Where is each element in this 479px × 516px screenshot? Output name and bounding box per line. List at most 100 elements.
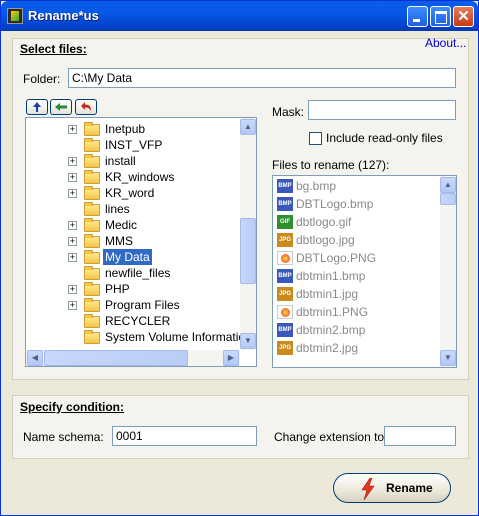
tree-item[interactable]: RECYCLER [26,313,240,329]
file-item-label: DBTLogo.bmp [296,197,374,211]
tree-item[interactable]: lines [26,201,240,217]
file-item-label: dbtmin1.PNG [296,305,369,319]
about-link[interactable]: About... [425,36,466,50]
tree-item[interactable]: + Program Files [26,297,240,313]
folder-icon [84,234,100,248]
folder-icon [84,122,100,136]
tree-item[interactable]: newfile_files [26,265,240,281]
expand-icon[interactable]: + [68,173,77,182]
select-files-heading: Select files: [20,42,87,56]
main-window: Rename*us ✕ Select files: About... Folde… [0,0,479,516]
file-item-label: dbtmin2.jpg [296,341,359,355]
tree-scroll-right-button[interactable]: ▶ [223,350,239,366]
tree-item-label: KR_windows [105,170,175,184]
file-item-label: bg.bmp [296,179,337,193]
file-item-label: dbtmin1.jpg [296,287,359,301]
title-bar[interactable]: Rename*us ✕ [1,1,478,31]
files-to-rename-label: Files to rename (127): [272,158,390,172]
folder-tree[interactable]: + Inetpub INST_VFP + install + KR_windows + KR_w… [25,117,257,367]
change-extension-input[interactable] [384,426,456,446]
tree-scroll-left-button[interactable]: ◀ [27,350,43,366]
name-schema-input[interactable]: 0001 [112,426,257,446]
tree-item-label: Inetpub [105,122,146,136]
files-scroll-down-button[interactable]: ▼ [440,350,456,366]
folder-icon [84,330,100,344]
png-file-icon [277,305,293,319]
tree-item[interactable]: + Medic [26,217,240,233]
file-item-label: dbtlogo.jpg [296,233,355,247]
tree-horizontal-scrollbar[interactable]: ◀ ▶ [26,350,240,366]
files-vertical-scrollbar[interactable]: ▲ ▼ [440,176,456,367]
file-item[interactable]: DBTLogo.PNG [273,250,439,266]
tree-item-label: My Data [103,249,152,265]
bmp-file-icon: BMP [277,197,293,211]
tree-item[interactable]: + PHP [26,281,240,297]
file-item-label: dbtmin1.bmp [296,269,366,283]
tree-item-label: PHP [105,282,130,296]
undo-button[interactable] [75,99,97,115]
tree-scroll-thumb[interactable] [240,218,256,284]
file-list[interactable]: BMP bg.bmp BMP DBTLogo.bmp GIF dbtlogo.gif JPG… [272,175,457,368]
file-item[interactable]: BMP DBTLogo.bmp [273,196,439,212]
readonly-label: Include read-only files [326,131,443,145]
tree-item[interactable]: + KR_windows [26,169,240,185]
file-item[interactable]: dbtmin1.PNG [273,304,439,320]
name-schema-label: Name schema: [23,430,104,444]
folder-icon [84,138,100,152]
bmp-file-icon: BMP [277,269,293,283]
bmp-file-icon: BMP [277,179,293,193]
expand-icon[interactable]: + [68,301,77,310]
minimize-button[interactable] [407,6,428,27]
tree-item[interactable]: + Inetpub [26,121,240,137]
rename-button[interactable]: Rename [333,473,451,503]
jpg-file-icon: JPG [277,233,293,247]
tree-item-label: Medic [105,218,138,232]
back-button[interactable] [50,99,72,115]
up-folder-button[interactable] [26,99,48,115]
tree-item[interactable]: INST_VFP [26,137,240,153]
up-arrow-icon [33,102,41,112]
expand-icon[interactable]: + [68,125,77,134]
file-item[interactable]: BMP dbtmin1.bmp [273,268,439,284]
readonly-checkbox[interactable] [309,132,322,145]
jpg-file-icon: JPG [277,341,293,355]
tree-item-label: System Volume Information [105,330,252,344]
expand-icon[interactable]: + [68,221,77,230]
expand-icon[interactable]: + [68,189,77,198]
tree-vertical-scrollbar[interactable]: ▲ ▼ [240,118,256,350]
close-button[interactable]: ✕ [453,6,474,27]
files-scroll-up-button[interactable]: ▲ [440,177,456,193]
expand-icon[interactable]: + [68,253,77,262]
close-icon: ✕ [457,8,470,25]
tree-item[interactable]: + KR_word [26,185,240,201]
maximize-button[interactable] [430,6,451,27]
tree-hscroll-thumb[interactable] [44,350,188,366]
tree-item-label: Program Files [105,298,180,312]
folder-icon [84,250,100,264]
file-item[interactable]: BMP dbtmin2.bmp [273,322,439,338]
file-item[interactable]: JPG dbtlogo.jpg [273,232,439,248]
tree-item[interactable]: + My Data [26,249,240,265]
mask-input[interactable] [308,100,456,120]
window-title: Rename*us [28,8,99,23]
tree-item[interactable]: + MMS [26,233,240,249]
tree-item-label: install [105,154,136,168]
tree-scroll-down-button[interactable]: ▼ [240,333,256,349]
tree-scroll-up-button[interactable]: ▲ [240,119,256,135]
jpg-file-icon: JPG [277,287,293,301]
file-item[interactable]: JPG dbtmin2.jpg [273,340,439,356]
expand-icon[interactable]: + [68,237,77,246]
folder-icon [84,154,100,168]
bmp-file-icon: BMP [277,323,293,337]
file-item[interactable]: JPG dbtmin1.jpg [273,286,439,302]
file-item[interactable]: BMP bg.bmp [273,178,439,194]
gif-file-icon: GIF [277,215,293,229]
expand-icon[interactable]: + [68,157,77,166]
file-item[interactable]: GIF dbtlogo.gif [273,214,439,230]
folder-input[interactable]: C:\My Data [68,68,456,88]
tree-item[interactable]: System Volume Information [26,329,252,345]
expand-icon[interactable]: + [68,285,77,294]
tree-item-label: newfile_files [105,266,171,280]
files-scroll-thumb[interactable] [440,193,456,205]
tree-item[interactable]: + install [26,153,240,169]
